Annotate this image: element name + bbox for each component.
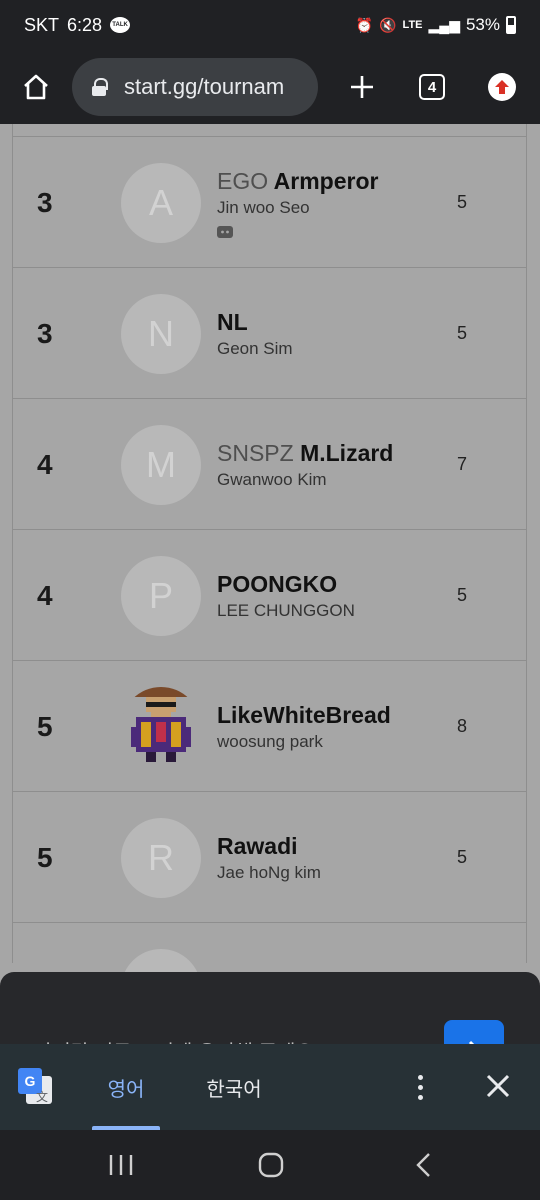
system-nav-bar (0, 1130, 540, 1200)
dot-icon (417, 1094, 423, 1100)
network-label: LTE (402, 19, 423, 31)
tab-target-language[interactable]: 한국어 (200, 1044, 268, 1130)
home-nav-button[interactable] (258, 1152, 284, 1183)
real-name: woosung park (217, 731, 323, 751)
new-tab-button[interactable] (338, 63, 386, 111)
discord-icon[interactable] (217, 225, 233, 240)
sponsor-prefix: SNSPZ (217, 439, 294, 466)
avatar (121, 949, 201, 974)
update-icon (488, 73, 516, 101)
status-bar: SKT 6:28 TALK ⏰ 🔇 LTE ▂▄▆ 53% (0, 0, 540, 50)
placing: 3 (37, 186, 53, 218)
table-row[interactable]: 5 R Rawadi Jae hoNg kim 5 (13, 792, 526, 923)
seed: 5 (457, 192, 468, 212)
seed: 5 (457, 585, 468, 605)
table-row[interactable]: 3 N NL Geon Sim 5 (13, 268, 526, 399)
player-names: SNSPZ M.Lizard Gwanwoo Kim (217, 399, 393, 530)
placing: 5 (37, 710, 53, 742)
player-names: Rawadi Jae hoNg kim (217, 792, 321, 923)
real-name: Jae hoNg kim (217, 862, 321, 882)
table-row[interactable]: 4 P POONGKO LEE CHUNGGON 5 (13, 530, 526, 661)
tag-text: M.Lizard (300, 439, 394, 466)
home-nav-icon (258, 1152, 284, 1178)
status-left: SKT 6:28 TALK (24, 14, 131, 36)
lock-icon (92, 78, 108, 96)
avatar: M (121, 425, 201, 505)
battery-icon (506, 16, 516, 34)
player-names: EGO Armperor Jin woo Seo (217, 137, 378, 268)
standings-table: 3 A EGO Armperor Jin woo Seo 5 3 N NL Ge… (12, 124, 527, 974)
kakaotalk-icon: TALK (110, 17, 131, 33)
status-right: ⏰ 🔇 LTE ▂▄▆ 53% (356, 15, 516, 35)
player-names: LikeWhiteBread woosung park (217, 661, 391, 792)
seed: 8 (457, 716, 468, 736)
gamer-tag[interactable]: Rawadi (217, 831, 321, 861)
update-button[interactable] (478, 63, 526, 111)
placing: 4 (37, 579, 53, 611)
battery-label: 53% (465, 15, 500, 34)
home-icon (24, 74, 48, 100)
signal-icon: ▂▄▆ (428, 16, 460, 33)
pixel-art-avatar (121, 687, 201, 767)
url-text: start.gg/tournam (124, 74, 285, 99)
plus-icon (351, 76, 373, 98)
dot-icon (417, 1074, 423, 1080)
translate-bar: G 文 영어 한국어 (0, 1044, 540, 1130)
gamer-tag[interactable]: SNSPZ M.Lizard (217, 438, 393, 468)
avatar: N (121, 294, 201, 374)
browser-toolbar: start.gg/tournam 4 (0, 50, 540, 124)
recents-icon (109, 1155, 133, 1175)
placing: 5 (37, 841, 53, 873)
tab-count: 4 (419, 74, 445, 100)
table-row[interactable]: 4 M SNSPZ M.Lizard Gwanwoo Kim 7 (13, 399, 526, 530)
dot-icon (417, 1084, 423, 1090)
gamer-tag[interactable]: LikeWhiteBread (217, 700, 391, 730)
alarm-icon: ⏰ (355, 16, 374, 33)
table-row[interactable]: 5 LikeWhiteBread woosung park 8 (13, 661, 526, 792)
mute-icon: 🔇 (379, 16, 397, 33)
avatar: R (121, 818, 201, 898)
close-translate-button[interactable] (478, 1066, 518, 1106)
table-row-previous (13, 124, 526, 137)
table-row-partial (13, 923, 526, 974)
tag-text: Armperor (273, 167, 379, 194)
home-button[interactable] (12, 63, 60, 111)
real-name: LEE CHUNGGON (217, 600, 355, 620)
real-name: Geon Sim (217, 338, 293, 358)
close-icon (486, 1074, 510, 1098)
table-row[interactable]: 3 A EGO Armperor Jin woo Seo 5 (13, 137, 526, 268)
avatar: P (121, 556, 201, 636)
real-name: Jin woo Seo (217, 197, 310, 217)
standings-page: 3 A EGO Armperor Jin woo Seo 5 3 N NL Ge… (0, 124, 540, 974)
placing: 3 (37, 317, 53, 349)
placing: 4 (37, 448, 53, 480)
carrier-label: SKT (24, 14, 60, 35)
back-icon (416, 1153, 430, 1177)
google-translate-icon: G 文 (18, 1068, 52, 1104)
svg-text:G: G (25, 1073, 36, 1089)
gamer-tag[interactable]: NL (217, 307, 293, 337)
player-names: NL Geon Sim (217, 268, 293, 399)
tab-source-language[interactable]: 영어 (92, 1044, 160, 1130)
avatar: A (121, 163, 201, 243)
clock: 6:28 (67, 14, 103, 35)
real-name: Gwanwoo Kim (217, 469, 327, 489)
gamer-tag[interactable]: EGO Armperor (217, 166, 378, 196)
url-bar[interactable]: start.gg/tournam (72, 58, 318, 116)
more-options-button[interactable] (406, 1068, 434, 1106)
recents-button[interactable] (108, 1154, 134, 1181)
back-button[interactable] (412, 1152, 436, 1183)
tab-switcher-button[interactable]: 4 (408, 63, 456, 111)
svg-text:文: 文 (36, 1089, 48, 1104)
seed: 7 (457, 454, 468, 474)
seed: 5 (457, 847, 468, 867)
sponsor-prefix: EGO (217, 167, 269, 194)
seed: 5 (457, 323, 468, 343)
gamer-tag[interactable]: POONGKO (217, 569, 355, 599)
player-names: POONGKO LEE CHUNGGON (217, 530, 355, 661)
